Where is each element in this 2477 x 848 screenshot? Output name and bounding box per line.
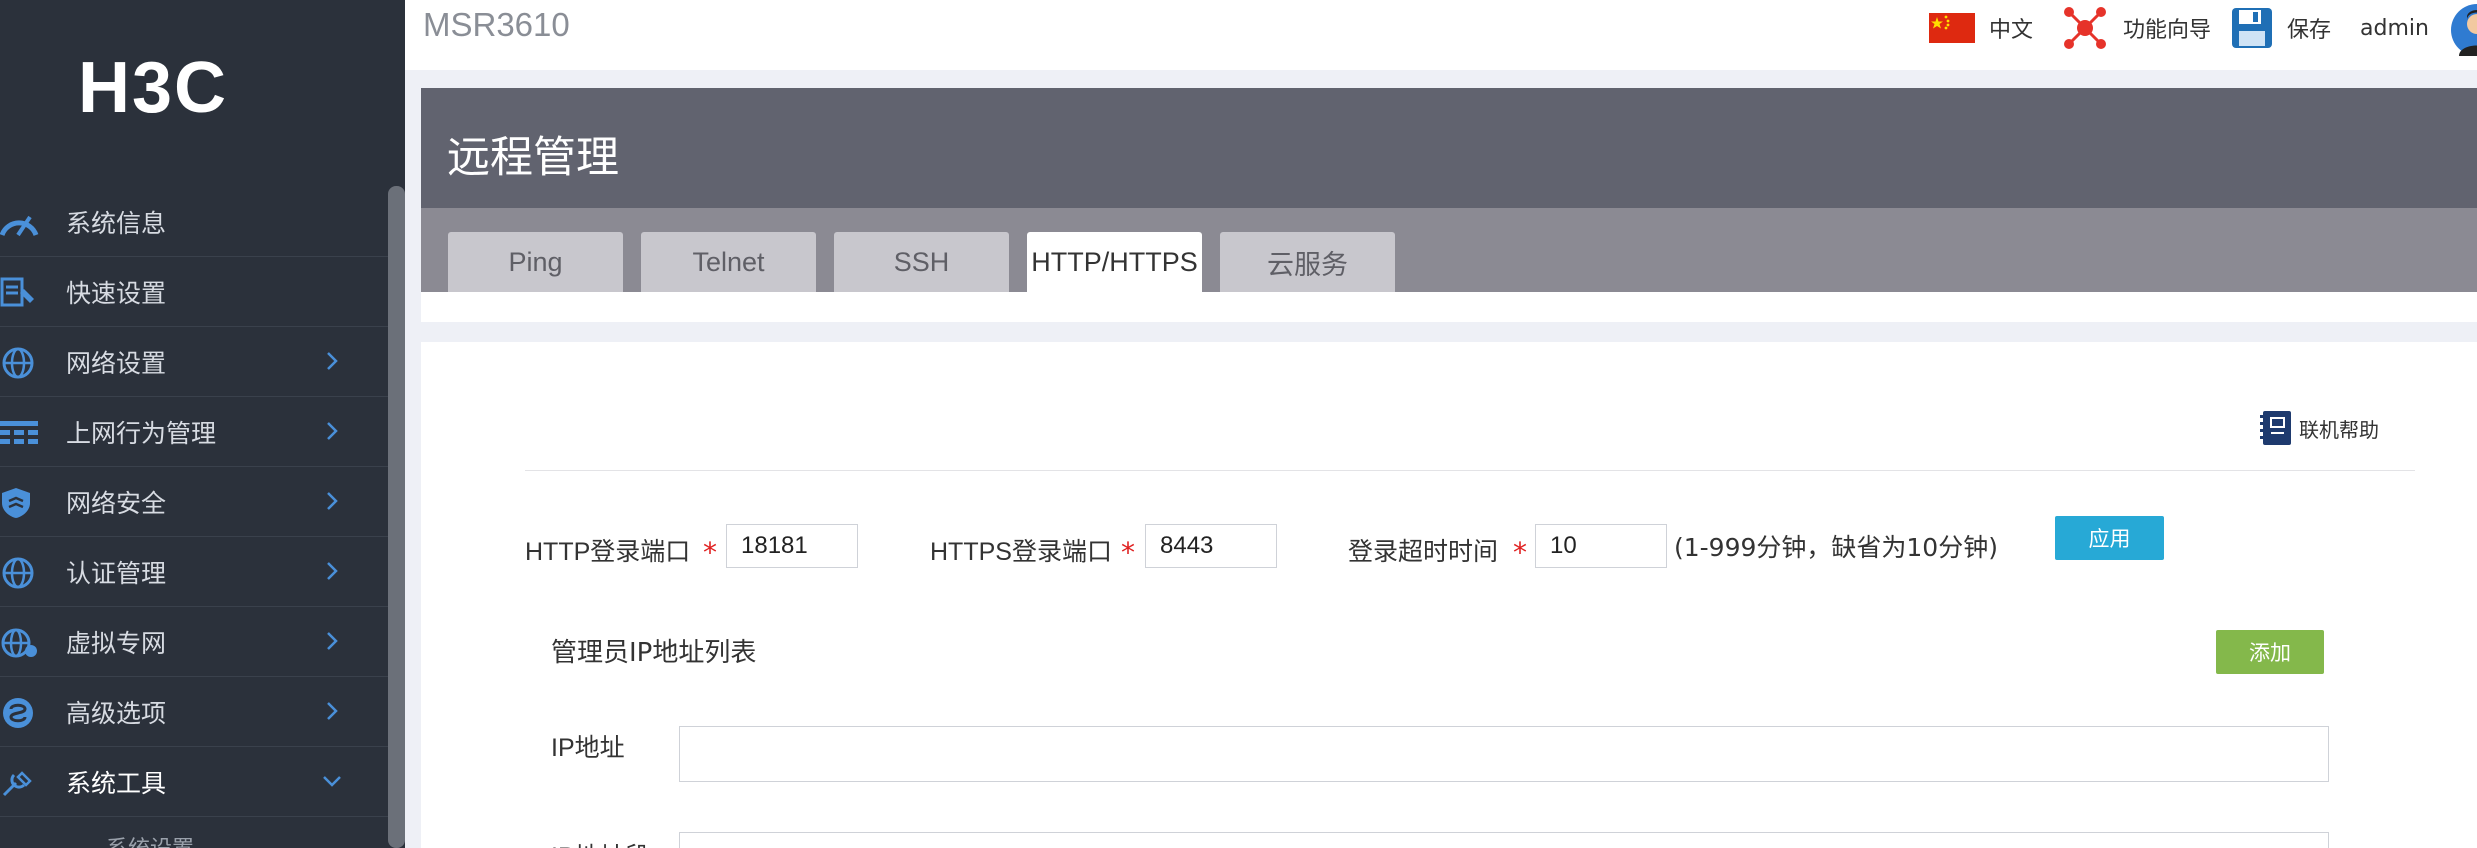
sidebar-item-label: 高级选项 — [66, 698, 167, 728]
sidebar-item-label: 快速设置 — [66, 278, 167, 308]
sidebar-item-label: 系统工具 — [66, 768, 167, 798]
timeout-label: 登录超时时间 — [1348, 538, 1499, 566]
apply-button[interactable]: 应用 — [2055, 516, 2164, 560]
user-menu[interactable]: admin — [2360, 0, 2429, 56]
tab-cloud-service[interactable]: 云服务 — [1220, 232, 1395, 292]
admin-ip-list-title: 管理员IP地址列表 — [551, 638, 757, 668]
https-port-label: HTTPS登录端口 — [930, 538, 1112, 566]
ip-range-textarea[interactable] — [679, 832, 2329, 848]
sidebar-item-network-security[interactable]: 网络安全 — [0, 467, 388, 537]
sidebar-item-vpn[interactable]: 虚拟专网 — [0, 607, 388, 677]
wizard-label: 功能向导 — [2123, 18, 2212, 43]
topbar: MSR3610 中文 功能向导 保存 admin — [405, 0, 2477, 70]
sidebar-menu: 系统信息 快速设置 网络设置 上网行为管理 网络安全 认证管理 虚拟专网 高级选… — [0, 187, 388, 848]
tab-content-top — [421, 292, 2477, 322]
main-content: 联机帮助 HTTP登录端口 * HTTPS登录端口 * 登录超时时间 * (1-… — [421, 342, 2477, 848]
save-floppy-icon — [2232, 8, 2272, 48]
sidebar-item-label: 网络设置 — [66, 348, 167, 378]
vpn-globe-icon — [1, 628, 37, 658]
language-button[interactable]: 中文 — [1929, 0, 2033, 56]
help-label: 联机帮助 — [2299, 417, 2379, 442]
sidebar-item-label: 认证管理 — [66, 558, 167, 588]
svg-text:H3C: H3C — [78, 56, 228, 120]
tab-bar: Ping Telnet SSH HTTP/HTTPS 云服务 — [421, 208, 2477, 292]
required-mark: * — [1513, 536, 1527, 569]
required-mark: * — [1121, 536, 1135, 569]
behavior-grid-icon — [0, 421, 38, 444]
sidebar-item-label: 系统信息 — [66, 208, 167, 238]
language-label: 中文 — [1989, 18, 2034, 43]
sidebar: H3C 系统信息 快速设置 网络设置 上网行为管理 网络安全 认证管理 虚拟专网… — [0, 0, 405, 848]
avatar[interactable] — [2447, 4, 2477, 56]
chevron-right-icon — [327, 702, 338, 720]
http-port-label: HTTP登录端口 — [525, 538, 691, 566]
chevron-right-icon — [327, 492, 338, 510]
chevron-right-icon — [327, 632, 338, 650]
page-title: 远程管理 — [447, 133, 619, 183]
required-mark: * — [703, 536, 717, 569]
wizard-network-icon — [2064, 7, 2106, 49]
sidebar-subitem-system-settings[interactable]: 系统设置 — [0, 817, 388, 848]
globe-icon — [2, 557, 34, 589]
chevron-right-icon — [327, 562, 338, 580]
chevron-right-icon — [327, 422, 338, 440]
save-button[interactable]: 保存 — [2231, 0, 2331, 56]
sidebar-item-auth-management[interactable]: 认证管理 — [0, 537, 388, 607]
advanced-icon — [3, 698, 33, 728]
chevron-down-icon — [323, 776, 341, 787]
h3c-logo: H3C — [78, 56, 228, 120]
help-book-icon — [2260, 411, 2291, 445]
dashboard-icon — [0, 215, 39, 237]
quick-setup-icon — [0, 277, 34, 307]
tab-ping[interactable]: Ping — [448, 232, 623, 292]
timeout-hint: (1-999分钟，缺省为10分钟) — [1674, 533, 1998, 562]
sidebar-item-network-settings[interactable]: 网络设置 — [0, 327, 388, 397]
tab-http-https[interactable]: HTTP/HTTPS — [1027, 232, 1202, 292]
tools-icon — [2, 771, 32, 797]
sidebar-item-label: 网络安全 — [66, 488, 167, 518]
online-help-link[interactable]: 联机帮助 — [2259, 410, 2379, 446]
sidebar-item-behavior-management[interactable]: 上网行为管理 — [0, 397, 388, 467]
section-gap — [421, 322, 2477, 342]
https-port-input[interactable] — [1145, 524, 1277, 568]
shield-icon — [2, 488, 30, 518]
sidebar-item-label: 上网行为管理 — [66, 418, 217, 448]
china-flag-icon — [1929, 13, 1975, 43]
chevron-right-icon — [327, 352, 338, 370]
device-model: MSR3610 — [423, 6, 570, 43]
timeout-input[interactable] — [1535, 524, 1667, 568]
sidebar-item-system-tools[interactable]: 系统工具 — [0, 747, 388, 817]
ip-address-textarea[interactable] — [679, 726, 2329, 782]
wizard-button[interactable]: 功能向导 — [2061, 0, 2211, 56]
ip-range-label: IP地址段 — [551, 837, 650, 848]
ip-address-label: IP地址 — [551, 734, 625, 762]
page-header: 远程管理 — [421, 88, 2477, 208]
username: admin — [2360, 15, 2429, 41]
tab-ssh[interactable]: SSH — [834, 232, 1009, 292]
globe-icon — [2, 347, 34, 379]
save-label: 保存 — [2287, 18, 2332, 43]
http-port-input[interactable] — [726, 524, 858, 568]
sidebar-item-system-info[interactable]: 系统信息 — [0, 187, 388, 257]
sidebar-item-quick-setup[interactable]: 快速设置 — [0, 257, 388, 327]
add-button[interactable]: 添加 — [2216, 630, 2324, 674]
sidebar-item-label: 虚拟专网 — [66, 628, 167, 658]
tab-telnet[interactable]: Telnet — [641, 232, 816, 292]
sidebar-item-advanced[interactable]: 高级选项 — [0, 677, 388, 747]
sidebar-subitem-label: 系统设置 — [106, 831, 194, 848]
divider — [525, 470, 2415, 471]
sidebar-scrollbar-thumb[interactable] — [388, 186, 405, 848]
